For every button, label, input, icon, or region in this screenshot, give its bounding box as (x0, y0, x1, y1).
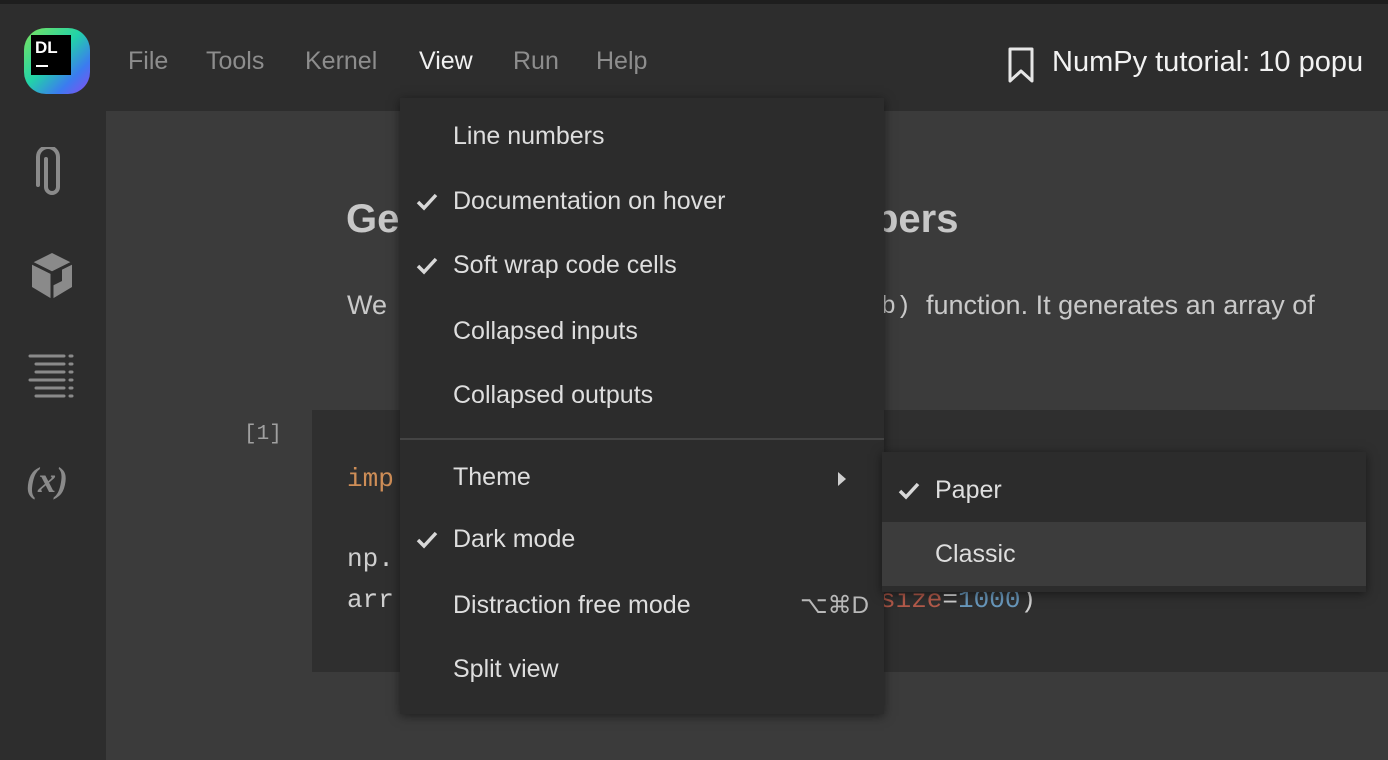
menu-item-documentation-on-hover[interactable]: Documentation on hover (400, 175, 884, 231)
top-bar: DL File Tools Kernel View Run Help NumPy… (0, 0, 1388, 111)
code-line-3: arr (347, 585, 394, 615)
left-sidebar: (x) (0, 111, 106, 760)
checkmark-icon (898, 482, 920, 500)
cell-execution-number: [1] (244, 423, 282, 446)
menu-item-label: Theme (453, 463, 531, 491)
inline-code: b) (881, 292, 912, 321)
menu-item-label: Line numbers (453, 122, 605, 150)
bookmark-icon[interactable] (1006, 46, 1036, 84)
menu-file[interactable]: File (128, 47, 168, 76)
menu-run[interactable]: Run (513, 47, 559, 76)
view-menu-dropdown: Line numbers Documentation on hover Soft… (400, 98, 884, 714)
outline-icon[interactable] (26, 351, 78, 401)
menu-item-label: Soft wrap code cells (453, 251, 677, 279)
keyboard-shortcut: ⌥⌘D (800, 592, 869, 619)
menu-item-label: Collapsed outputs (453, 381, 654, 409)
theme-submenu: Paper Classic (882, 452, 1366, 592)
menu-item-label: Dark mode (453, 525, 576, 553)
markdown-paragraph-start: We (347, 290, 388, 320)
menu-tools[interactable]: Tools (206, 47, 264, 76)
menu-item-split-view[interactable]: Split view (400, 643, 884, 699)
menu-item-line-numbers[interactable]: Line numbers (400, 110, 884, 166)
menu-item-dark-mode[interactable]: Dark mode (400, 513, 884, 569)
menu-item-label: Collapsed inputs (453, 317, 638, 345)
package-icon[interactable] (26, 249, 78, 303)
code-line-1: imp (347, 464, 394, 494)
chevron-right-icon (838, 472, 846, 486)
theme-option-paper[interactable]: Paper (882, 458, 1366, 522)
markdown-heading-end: bers (874, 197, 959, 241)
menu-item-collapsed-inputs[interactable]: Collapsed inputs (400, 305, 884, 361)
checkmark-icon (416, 257, 438, 275)
markdown-heading-start: Ge (346, 197, 400, 241)
theme-option-classic[interactable]: Classic (882, 522, 1366, 586)
menu-item-label: Split view (453, 655, 559, 683)
menu-help[interactable]: Help (596, 47, 647, 76)
logo-text: DL (35, 38, 58, 57)
logo-underline (36, 65, 48, 67)
menu-item-distraction-free[interactable]: Distraction free mode ⌥⌘D (400, 579, 884, 635)
datalore-logo[interactable]: DL (22, 26, 92, 96)
menu-separator (400, 438, 884, 440)
menu-item-collapsed-outputs[interactable]: Collapsed outputs (400, 369, 884, 425)
menu-item-label: Distraction free mode (453, 591, 691, 619)
theme-option-label: Classic (935, 540, 1016, 568)
menu-item-theme[interactable]: Theme (400, 451, 884, 507)
logo-mark: DL (31, 35, 71, 75)
menu-view[interactable]: View (419, 47, 473, 76)
checkmark-icon (416, 193, 438, 211)
menu-item-label: Documentation on hover (453, 187, 726, 215)
code-line-2: np. (347, 544, 394, 574)
paperclip-icon[interactable] (26, 147, 78, 201)
checkmark-icon (416, 531, 438, 549)
menu-item-soft-wrap[interactable]: Soft wrap code cells (400, 239, 884, 295)
theme-option-label: Paper (935, 476, 1002, 504)
markdown-paragraph-rest: function. It generates an array of (926, 290, 1315, 320)
variables-icon[interactable]: (x) (26, 459, 68, 501)
document-title[interactable]: NumPy tutorial: 10 popu (1052, 46, 1363, 79)
menu-kernel[interactable]: Kernel (305, 47, 377, 76)
